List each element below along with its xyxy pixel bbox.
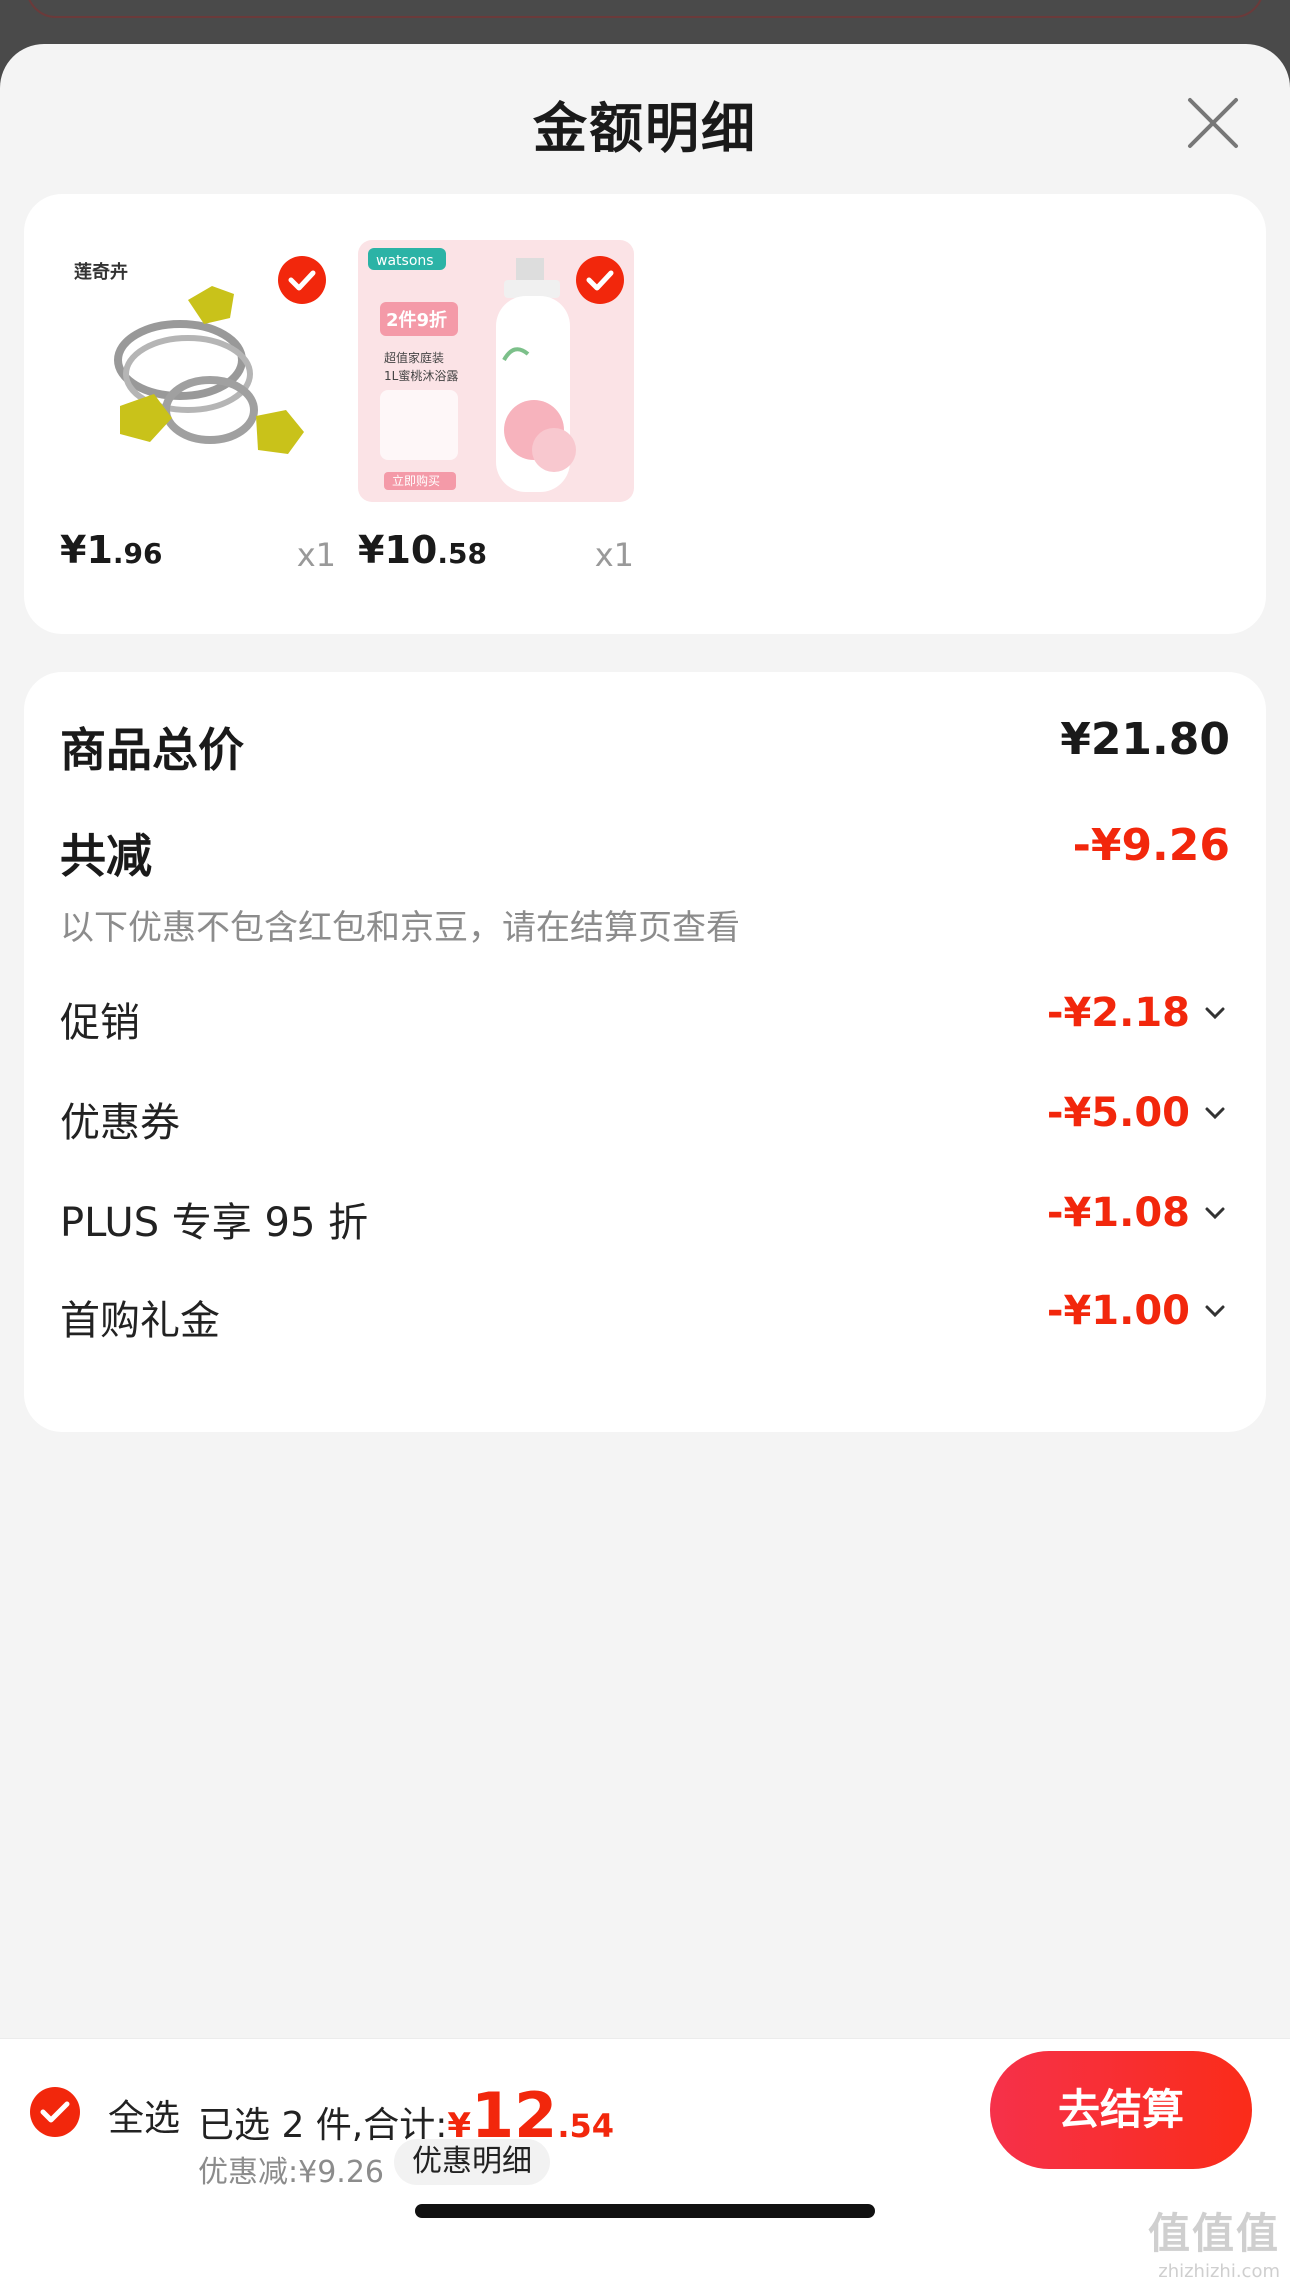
discount-note-row: 以下优惠不包含红包和京豆，请在结算页查看 (60, 900, 1230, 948)
product-price-int: ¥10 (358, 528, 438, 572)
watermark-url: zhizhizhi.com (1158, 2261, 1280, 2282)
buy-now-label: 立即购买 (392, 473, 440, 488)
discount-detail-button[interactable]: 优惠明细 (394, 2139, 550, 2185)
sheet-title: 金额明细 (533, 97, 757, 160)
plus-discount-row[interactable]: PLUS 专享 95 折 -¥1.08 (60, 1190, 1230, 1246)
promo-row[interactable]: 促销 -¥2.18 (60, 990, 1230, 1046)
watermark-logo: 值值值 (1147, 2209, 1280, 2258)
product-price-int: ¥1 (60, 528, 113, 572)
select-all-label[interactable]: 全选 (108, 2089, 180, 2141)
product-price-row: ¥10.58 x1 (358, 528, 634, 588)
watermark: 值值值 zhizhizhi.com (1148, 2200, 1280, 2282)
product-price-dec: .96 (112, 537, 163, 570)
product-price-row: ¥1.96 x1 (60, 528, 336, 588)
amount-detail-sheet: 金额明细 莲奇卉 ¥1.96 x1 watsons 2件9折 超值家庭装 1L蜜… (0, 44, 1290, 2282)
products-card: 莲奇卉 ¥1.96 x1 watsons 2件9折 超值家庭装 1L蜜桃沐浴露 … (24, 194, 1266, 634)
checked-icon[interactable] (278, 256, 326, 304)
checked-icon[interactable] (576, 256, 624, 304)
chevron-down-icon[interactable] (1202, 1000, 1228, 1026)
product-price-dec: .58 (437, 537, 487, 570)
checkout-button[interactable]: 去结算 (990, 2051, 1252, 2169)
chevron-down-icon[interactable] (1202, 1200, 1228, 1226)
discount-note: 以下优惠不包含红包和京豆，请在结算页查看 (60, 908, 740, 948)
close-icon[interactable] (1180, 90, 1246, 156)
home-indicator (415, 2204, 875, 2218)
total-price-value: ¥21.80 (1060, 714, 1230, 765)
product-quantity: x1 (296, 536, 336, 574)
product-image[interactable]: watsons 2件9折 超值家庭装 1L蜜桃沐浴露 立即购买 (358, 240, 634, 502)
chevron-down-icon[interactable] (1202, 1100, 1228, 1126)
reduce-label: 共减 (60, 829, 152, 883)
select-all-check-icon[interactable] (30, 2087, 80, 2137)
discount-amount: 优惠减:¥9.26 (198, 2155, 384, 2190)
brand-logo: watsons (376, 253, 434, 269)
product-image[interactable]: 莲奇卉 (60, 240, 336, 502)
product-item-hose-clamp[interactable]: 莲奇卉 ¥1.96 x1 (60, 240, 336, 574)
promo-label: 促销 (60, 1000, 140, 1046)
promo-text: 2件9折 (386, 309, 447, 331)
coupon-row[interactable]: 优惠券 -¥5.00 (60, 1090, 1230, 1146)
first-purchase-label: 首购礼金 (60, 1298, 220, 1344)
plus-discount-label: PLUS 专享 95 折 (60, 1200, 369, 1246)
product-item-body-wash[interactable]: watsons 2件9折 超值家庭装 1L蜜桃沐浴露 立即购买 ¥10.58 x… (358, 240, 634, 574)
first-purchase-row[interactable]: 首购礼金 -¥1.00 (60, 1288, 1230, 1344)
total-price-label: 商品总价 (60, 723, 244, 777)
coupon-label: 优惠券 (60, 1100, 180, 1146)
reduce-value: -¥9.26 (1072, 820, 1230, 871)
chevron-down-icon[interactable] (1202, 1298, 1228, 1324)
total-amount-dec: .54 (557, 2107, 615, 2145)
promo-sub2: 1L蜜桃沐浴露 (384, 368, 458, 383)
background-card-edge (26, 0, 1264, 18)
product-quantity: x1 (594, 536, 634, 574)
promo-sub: 超值家庭装 (384, 350, 444, 365)
checkout-bar: 全选 已选 2 件,合计:¥12.54 优惠减:¥9.26 优惠明细 去结算 (0, 2038, 1290, 2283)
price-summary-card: 商品总价 ¥21.80 共减 -¥9.26 以下优惠不包含红包和京豆，请在结算页… (24, 672, 1266, 1432)
brand-logo: 莲奇卉 (74, 261, 128, 283)
reduce-row: 共减 -¥9.26 (60, 820, 1230, 883)
total-price-row: 商品总价 ¥21.80 (60, 714, 1230, 777)
